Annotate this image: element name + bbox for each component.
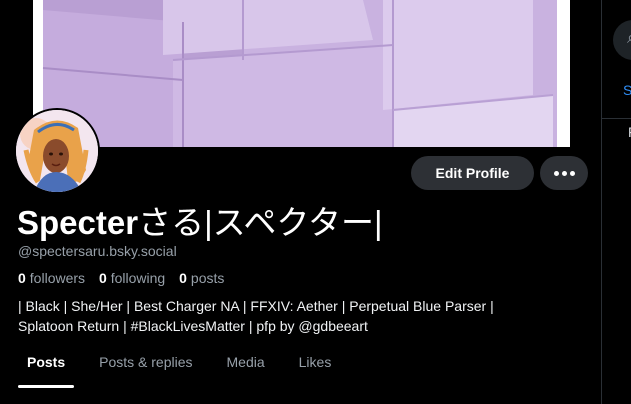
followers-label: followers <box>29 270 86 286</box>
ellipsis-icon <box>553 170 559 176</box>
display-name: Specterさる|スペクター| <box>17 203 383 243</box>
profile-bio: | Black | She/Her | Best Charger NA | FF… <box>18 296 578 336</box>
bio-line-2: Splatoon Return | #BlackLivesMatter | pf… <box>18 318 368 334</box>
tab-media[interactable]: Media <box>210 348 282 388</box>
tab-likes-label: Likes <box>298 354 332 370</box>
display-name-latin: Specter <box>17 204 139 241</box>
tab-likes[interactable]: Likes <box>282 348 349 388</box>
active-tab-indicator <box>18 385 75 388</box>
right-sidebar: ⌕ S F <box>602 0 631 404</box>
followers-count: 0 <box>18 270 26 286</box>
tab-posts-label: Posts <box>27 354 66 370</box>
profile-column: Edit Profile Specterさる|スペクター| @spectersa… <box>0 0 601 404</box>
more-options-button[interactable] <box>540 156 588 190</box>
following-stat[interactable]: 0 following <box>99 270 165 286</box>
banner-artwork <box>33 0 570 147</box>
posts-count: 0 <box>179 270 187 286</box>
bio-line-1: | Black | She/Her | Best Charger NA | FF… <box>18 298 494 314</box>
following-count: 0 <box>98 270 107 286</box>
sidebar-link[interactable]: S <box>623 82 631 98</box>
tab-posts-and-replies[interactable]: Posts & replies <box>82 348 209 388</box>
sidebar-search-button[interactable]: ⌕ <box>613 20 631 60</box>
ellipsis-icon-dot-3 <box>569 170 575 176</box>
avatar[interactable] <box>14 108 100 194</box>
ellipsis-icon-dot-2 <box>561 170 567 176</box>
tab-media-label: Media <box>226 354 265 370</box>
search-icon: ⌕ <box>627 28 631 48</box>
tab-posts[interactable]: Posts <box>10 348 82 388</box>
posts-label: posts <box>190 270 225 286</box>
sidebar-divider <box>602 118 631 119</box>
followers-stat[interactable]: 0 followers <box>18 270 85 286</box>
tab-posts-and-replies-label: Posts & replies <box>99 354 193 370</box>
avatar-illustration <box>16 110 98 192</box>
profile-banner[interactable] <box>33 0 570 147</box>
display-name-japanese: さる|スペクター| <box>138 204 383 241</box>
profile-stats: 0 followers 0 following 0 posts <box>18 270 234 286</box>
profile-tabs: Posts Posts & replies Media Likes <box>10 348 348 388</box>
following-label: following <box>110 270 166 286</box>
edit-profile-button[interactable]: Edit Profile <box>411 156 534 190</box>
profile-handle: @spectersaru.bsky.social <box>18 243 177 259</box>
posts-stat: 0 posts <box>179 270 224 286</box>
